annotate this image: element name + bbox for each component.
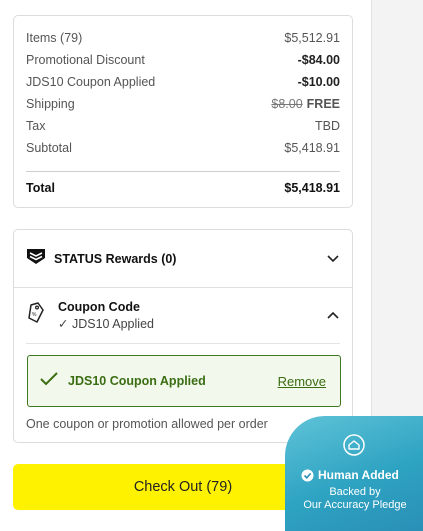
- subtotal-value: $5,418.91: [284, 141, 340, 155]
- badge-title-row: Human Added: [301, 468, 399, 482]
- chevron-down-icon[interactable]: [326, 252, 340, 266]
- coupon-title: Coupon Code: [58, 299, 140, 314]
- items-label: Items (79): [26, 31, 83, 45]
- coupon-discount-row: JDS10 Coupon Applied -$10.00: [26, 73, 340, 91]
- shipping-free: FREE: [306, 97, 340, 111]
- coupon-applied-message: JDS10 Coupon Applied: [68, 374, 206, 388]
- rewards-icon: [26, 247, 46, 270]
- svg-text:%: %: [32, 312, 37, 318]
- rewards-title: STATUS Rewards (0): [54, 251, 177, 266]
- shipping-row: Shipping $8.00 FREE: [26, 95, 340, 113]
- coupon-tag-icon: %: [26, 301, 46, 330]
- items-row: Items (79) $5,512.91: [26, 29, 340, 47]
- subtotal-row: Subtotal $5,418.91: [26, 139, 340, 157]
- order-summary-card: Items (79) $5,512.91 Promotional Discoun…: [13, 15, 353, 208]
- coupon-code-toggle[interactable]: % Coupon Code ✓ JDS10 Applied: [26, 288, 340, 342]
- status-rewards-toggle[interactable]: STATUS Rewards (0): [14, 230, 352, 287]
- coupon-texts: Coupon Code ✓ JDS10 Applied: [58, 300, 326, 331]
- home-shield-icon: [343, 434, 365, 456]
- coupon-discount-label: JDS10 Coupon Applied: [26, 75, 156, 89]
- promo-value: -$84.00: [297, 53, 340, 67]
- accuracy-pledge-badge[interactable]: Human Added Backed by Our Accuracy Pledg…: [285, 416, 423, 531]
- badge-title: Human Added: [318, 468, 399, 482]
- summary-divider: [26, 171, 340, 172]
- badge-subtitle-2: Our Accuracy Pledge: [303, 499, 407, 511]
- tax-row: Tax TBD: [26, 117, 340, 135]
- coupon-divider: [26, 343, 340, 344]
- check-icon: ✓: [58, 316, 69, 331]
- promo-row: Promotional Discount -$84.00: [26, 51, 340, 69]
- subtotal-label: Subtotal: [26, 141, 72, 155]
- coupon-applied-text: JDS10 Applied: [71, 316, 154, 331]
- coupon-applied-box: JDS10 Coupon Applied Remove: [27, 355, 341, 407]
- badge-subtitle-1: Backed by: [329, 486, 381, 498]
- tax-label: Tax: [26, 119, 46, 133]
- tax-value: TBD: [315, 119, 340, 133]
- total-label: Total: [26, 181, 55, 195]
- items-value: $5,512.91: [284, 31, 340, 45]
- coupon-discount-value: -$10.00: [297, 75, 340, 89]
- shipping-old-price: $8.00: [271, 97, 303, 111]
- remove-coupon-link[interactable]: Remove: [278, 374, 326, 389]
- chevron-up-icon[interactable]: [326, 308, 340, 322]
- coupon-policy-note: One coupon or promotion allowed per orde…: [26, 417, 268, 431]
- total-row: Total $5,418.91: [26, 179, 340, 197]
- promo-label: Promotional Discount: [26, 53, 145, 67]
- rewards-coupon-panel: STATUS Rewards (0) % Coupon Code ✓ JDS10…: [13, 229, 353, 443]
- total-value: $5,418.91: [284, 181, 340, 195]
- shipping-values: $8.00 FREE: [271, 97, 340, 111]
- green-check-icon: [40, 371, 58, 391]
- verified-check-icon: [301, 469, 314, 482]
- shipping-label: Shipping: [26, 97, 75, 111]
- coupon-applied-subtitle: ✓ JDS10 Applied: [58, 316, 326, 331]
